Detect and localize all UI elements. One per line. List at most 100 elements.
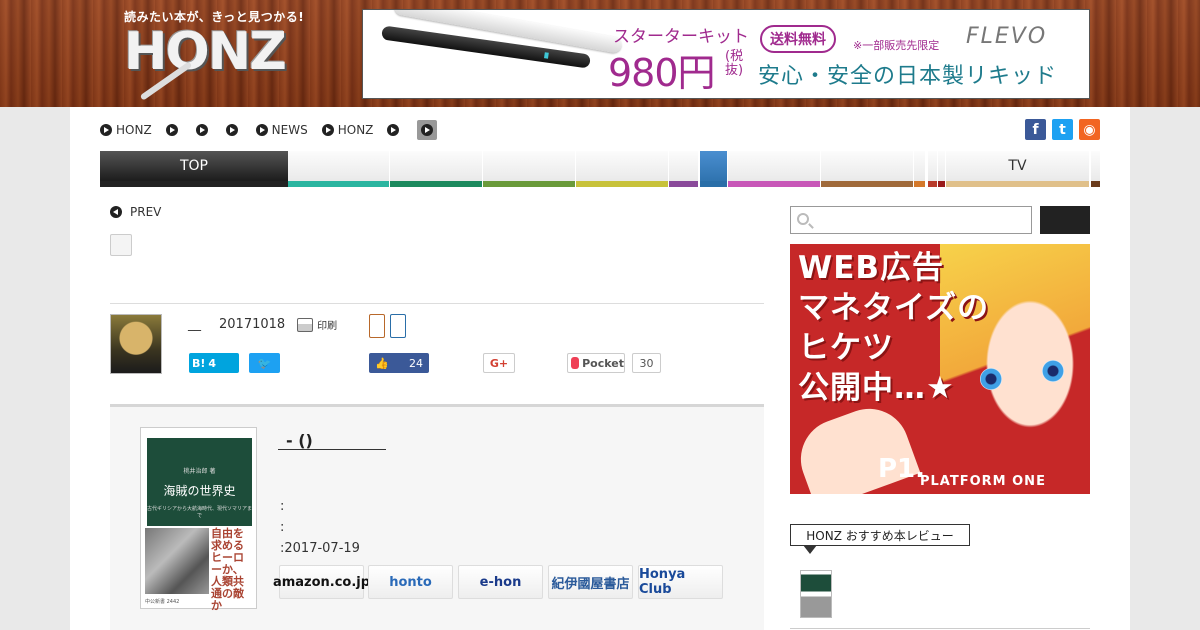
hatena-bookmark-button[interactable]: B! 4 bbox=[189, 353, 239, 373]
topnav-item-news[interactable]: NEWS bbox=[255, 123, 308, 137]
category-tab[interactable] bbox=[700, 151, 727, 187]
topnav-item[interactable] bbox=[165, 124, 182, 136]
cover-illustration bbox=[145, 528, 209, 594]
category-tab[interactable] bbox=[928, 151, 937, 187]
book-meta-author: : bbox=[280, 499, 285, 514]
author-name[interactable]: __ bbox=[188, 317, 201, 332]
cover-obi-text: 自由を求めるヒーローか、人類共通の敵か bbox=[211, 527, 244, 612]
category-tab[interactable] bbox=[390, 151, 482, 187]
arrow-right-icon bbox=[321, 124, 334, 136]
social-links: f t ◉ bbox=[1025, 119, 1100, 140]
cover-subtitle: 古代ギリシアから大航海時代、現代ソマリアまで bbox=[147, 506, 253, 519]
cover-publisher: 中公新書 2442 bbox=[145, 599, 180, 605]
arrow-right-icon bbox=[100, 124, 112, 136]
prev-label: PREV bbox=[130, 205, 162, 219]
category-tab[interactable]: TOP bbox=[100, 151, 288, 187]
ad-brand-logo: P1. bbox=[878, 454, 926, 484]
recommend-heading: HONZ おすすめ本レビュー bbox=[790, 524, 970, 554]
category-tab[interactable] bbox=[1091, 151, 1100, 187]
pocket-button[interactable]: Pocket bbox=[567, 353, 625, 373]
topnav-item[interactable] bbox=[225, 124, 242, 136]
category-color-bar bbox=[914, 181, 925, 187]
ad-note: ※一部販売先限定 bbox=[853, 39, 940, 52]
search-field[interactable] bbox=[790, 206, 1032, 234]
recommend-book-thumb[interactable] bbox=[800, 570, 832, 618]
book-cover[interactable]: 桃井治郎 著 海賊の世界史 古代ギリシアから大航海時代、現代ソマリアまで 自由を… bbox=[140, 427, 257, 612]
category-tag-button[interactable] bbox=[369, 314, 385, 338]
avatar[interactable] bbox=[110, 314, 162, 374]
arrow-right-icon bbox=[255, 124, 268, 136]
search-icon bbox=[797, 213, 809, 225]
rss-icon[interactable]: ◉ bbox=[1079, 119, 1100, 140]
sidebar-ad[interactable]: WEB広告 マネタイズの ヒケツ 公開中…★ P1. PLATFORM ONE bbox=[790, 244, 1090, 494]
cover-title: 海賊の世界史 bbox=[163, 484, 236, 498]
honto-button[interactable]: honto bbox=[368, 565, 453, 599]
category-tab[interactable]: TV bbox=[946, 151, 1089, 187]
category-color-bar bbox=[946, 181, 1089, 187]
category-tab[interactable] bbox=[914, 151, 925, 187]
header-ad-banner[interactable]: スターターキット 980円 (税抜) 送料無料 ※一部販売先限定 FLEVO 安… bbox=[362, 9, 1090, 99]
category-color-bar bbox=[669, 181, 698, 187]
facebook-icon[interactable]: f bbox=[1025, 119, 1046, 140]
thumbs-up-icon: 👍 bbox=[375, 356, 389, 370]
category-color-bar bbox=[576, 181, 668, 187]
twitter-icon[interactable]: t bbox=[1052, 119, 1073, 140]
category-color-bar bbox=[390, 181, 482, 187]
category-color-bar bbox=[928, 181, 937, 187]
facebook-like-button[interactable]: 👍 24 bbox=[369, 353, 429, 373]
prev-link[interactable]: PREV bbox=[110, 205, 161, 219]
category-color-bar bbox=[1091, 181, 1100, 187]
twitter-bird-icon: 🐦 bbox=[257, 356, 272, 370]
top-nav: HONZ NEWS HONZ bbox=[100, 120, 451, 140]
category-tab-label: TOP bbox=[179, 158, 208, 174]
category-color-bar bbox=[938, 181, 945, 187]
author-line: __ 20171018 印刷 bbox=[188, 317, 337, 332]
ad-brand: FLEVO bbox=[966, 24, 1048, 49]
book-title[interactable]: - () bbox=[278, 431, 386, 450]
honyaclub-button[interactable]: Honya Club bbox=[638, 565, 723, 599]
topnav-item[interactable] bbox=[195, 124, 212, 136]
category-tab[interactable] bbox=[288, 151, 389, 187]
pocket-count: 30 bbox=[632, 353, 661, 373]
twitter-share-button[interactable]: 🐦 bbox=[249, 353, 280, 373]
search-input[interactable] bbox=[815, 207, 1029, 233]
topnav-item-honz[interactable]: HONZ bbox=[321, 123, 373, 137]
arrow-right-icon bbox=[195, 124, 208, 136]
category-color-bar bbox=[728, 181, 820, 187]
topnav-item[interactable]: HONZ bbox=[100, 123, 152, 137]
ad-tagline: 安心・安全の日本製リキッド bbox=[758, 64, 1058, 89]
category-color-bar bbox=[821, 181, 913, 187]
article-tag-box[interactable] bbox=[110, 234, 132, 256]
divider bbox=[790, 628, 1090, 629]
gplus-button[interactable]: G+ bbox=[483, 353, 515, 373]
category-tab[interactable] bbox=[821, 151, 913, 187]
category-tab[interactable] bbox=[483, 151, 575, 187]
search-button[interactable] bbox=[1040, 206, 1090, 234]
post-date: 20171018 bbox=[219, 317, 286, 332]
print-label: 印刷 bbox=[317, 321, 338, 332]
category-tab-label: TV bbox=[1008, 158, 1027, 174]
category-color-bar bbox=[483, 181, 575, 187]
category-tag-button[interactable] bbox=[390, 314, 406, 338]
print-button[interactable]: 印刷 bbox=[297, 317, 337, 332]
facebook-count: 24 bbox=[409, 356, 423, 370]
category-tab[interactable] bbox=[938, 151, 945, 187]
amazon-button[interactable]: amazon.co.jp bbox=[273, 565, 370, 599]
category-tab[interactable] bbox=[728, 151, 820, 187]
category-nav: TOP TV bbox=[100, 151, 1100, 187]
cover-author: 桃井治郎 著 bbox=[183, 468, 216, 475]
hatena-count: 4 bbox=[208, 356, 217, 370]
topnav-item[interactable] bbox=[387, 124, 403, 136]
honz-logo[interactable]: 読みたい本が、きっと見つかる! HONZ bbox=[122, 8, 304, 101]
category-tab[interactable] bbox=[576, 151, 668, 187]
ad-badge: 送料無料 bbox=[760, 25, 836, 53]
book-meta-date: :2017-07-19 bbox=[280, 541, 360, 556]
kinokuniya-button[interactable]: 紀伊國屋書店 bbox=[548, 565, 633, 599]
ad-brand-sub: PLATFORM ONE bbox=[920, 474, 1046, 489]
category-tab[interactable] bbox=[669, 151, 698, 187]
topnav-item-boxed[interactable] bbox=[417, 120, 438, 140]
category-color-bar bbox=[100, 181, 288, 187]
arrow-right-icon bbox=[165, 124, 178, 136]
ehon-button[interactable]: e-hon bbox=[458, 565, 543, 599]
arrow-right-icon bbox=[225, 124, 238, 136]
